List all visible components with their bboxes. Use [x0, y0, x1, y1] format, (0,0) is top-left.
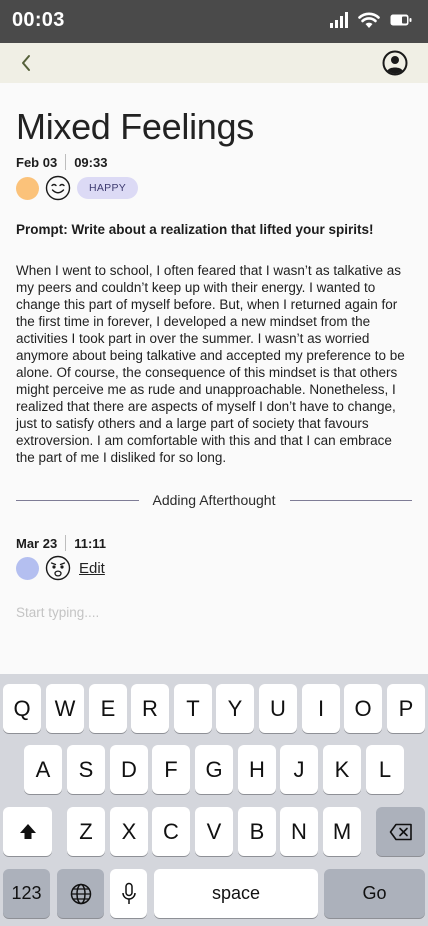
entry-mood-row: HAPPY — [16, 175, 139, 201]
backspace-key[interactable] — [376, 807, 425, 856]
divider-line-right — [289, 499, 412, 501]
key-b[interactable]: B — [238, 807, 276, 856]
entry-time: 09:33 — [74, 154, 108, 170]
key-u[interactable]: U — [259, 684, 297, 733]
afterthought-time: 11:11 — [74, 535, 107, 551]
key-h[interactable]: H — [238, 745, 276, 794]
wifi-icon — [358, 12, 380, 28]
key-s[interactable]: S — [67, 745, 105, 794]
key-p[interactable]: P — [387, 684, 425, 733]
space-key[interactable]: space — [154, 869, 318, 918]
afterthought-input[interactable] — [16, 600, 412, 624]
key-m[interactable]: M — [323, 807, 361, 856]
profile-button[interactable] — [382, 50, 408, 76]
key-i[interactable]: I — [302, 684, 340, 733]
key-g[interactable]: G — [195, 745, 233, 794]
key-n[interactable]: N — [280, 807, 318, 856]
entry-meta: Feb 03 09:33 — [16, 154, 107, 170]
key-e[interactable]: E — [89, 684, 127, 733]
chevron-left-icon — [22, 55, 30, 71]
meta-divider — [65, 154, 67, 170]
globe-icon — [70, 883, 91, 904]
afterthought-date: Mar 23 — [16, 535, 58, 551]
shift-key[interactable] — [3, 807, 52, 856]
numbers-key[interactable]: 123 — [3, 869, 50, 918]
key-z[interactable]: Z — [67, 807, 105, 856]
entry-body: When I went to school, I often feared th… — [16, 263, 405, 465]
key-o[interactable]: O — [344, 684, 382, 733]
keyboard: Q W E R T Y U I O P A S D F G H J K L Z … — [0, 674, 428, 926]
back-button[interactable] — [14, 51, 38, 75]
key-a[interactable]: A — [24, 745, 62, 794]
key-v[interactable]: V — [195, 807, 233, 856]
entry-date: Feb 03 — [16, 154, 58, 170]
afterthought-mood-row: Edit — [16, 555, 105, 581]
key-x[interactable]: X — [110, 807, 148, 856]
key-d[interactable]: D — [110, 745, 148, 794]
key-q[interactable]: Q — [3, 684, 41, 733]
key-w[interactable]: W — [46, 684, 84, 733]
afterthought-label: Adding Afterthought — [152, 492, 276, 508]
cellular-icon — [330, 12, 348, 28]
key-t[interactable]: T — [174, 684, 212, 733]
nav-bar — [0, 43, 428, 83]
microphone-icon — [121, 882, 136, 904]
microphone-key[interactable] — [110, 869, 147, 918]
key-j[interactable]: J — [280, 745, 318, 794]
divider-line-left — [16, 499, 139, 501]
status-icons — [330, 12, 412, 28]
key-f[interactable]: F — [152, 745, 190, 794]
page-title: Mixed Feelings — [16, 106, 254, 147]
key-r[interactable]: R — [131, 684, 169, 733]
globe-key[interactable] — [57, 869, 104, 918]
mood-color-dot — [16, 556, 39, 580]
smiling-face-icon — [45, 175, 71, 201]
status-time: 00:03 — [12, 9, 65, 31]
user-circle-icon — [382, 50, 408, 76]
key-c[interactable]: C — [152, 807, 190, 856]
worried-face-icon — [45, 555, 71, 581]
battery-icon — [390, 14, 412, 26]
edit-link[interactable]: Edit — [79, 560, 105, 577]
mood-color-dot — [16, 176, 39, 200]
key-k[interactable]: K — [323, 745, 361, 794]
shift-icon — [19, 823, 36, 839]
go-key[interactable]: Go — [324, 869, 425, 918]
status-bar: 00:03 — [0, 0, 428, 43]
entry-prompt: Prompt: Write about a realization that l… — [16, 222, 374, 237]
afterthought-divider: Adding Afterthought — [16, 492, 412, 508]
key-y[interactable]: Y — [216, 684, 254, 733]
afterthought-meta: Mar 23 11:11 — [16, 535, 106, 551]
key-l[interactable]: L — [366, 745, 404, 794]
meta-divider — [65, 535, 67, 551]
mood-badge: HAPPY — [77, 177, 139, 199]
backspace-icon — [389, 823, 412, 840]
